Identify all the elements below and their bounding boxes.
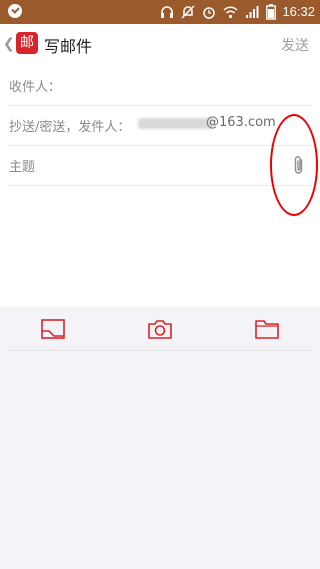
status-bar: 16:32 bbox=[0, 0, 320, 24]
annotation-circle bbox=[270, 114, 318, 216]
recipient-label: 收件人： bbox=[9, 80, 62, 95]
alarm-icon bbox=[203, 7, 215, 19]
compose-form: 收件人： 抄送/密送，发件人： @163.com 主题 bbox=[0, 66, 320, 307]
signal-icon bbox=[246, 6, 259, 18]
inbox-tray-icon[interactable] bbox=[40, 318, 66, 340]
folder-icon[interactable] bbox=[254, 318, 280, 340]
send-button[interactable]: 发送 bbox=[281, 35, 309, 55]
app-header: ❮ 邮 写邮件 发送 bbox=[0, 24, 320, 67]
mute-bell-icon bbox=[181, 5, 195, 19]
subject-row[interactable]: 主题 bbox=[8, 146, 312, 186]
subject-label: 主题 bbox=[9, 160, 36, 175]
toolbar-divider bbox=[8, 350, 312, 351]
cc-sender-label: 抄送/密送，发件人： bbox=[9, 120, 131, 135]
sender-email-domain: @163.com bbox=[206, 115, 276, 130]
page-title: 写邮件 bbox=[44, 37, 93, 56]
checkmark-icon bbox=[8, 4, 22, 18]
app-logo: 邮 bbox=[16, 32, 38, 54]
blurred-email-user bbox=[138, 118, 213, 129]
chevron-left-icon[interactable]: ❮ bbox=[3, 36, 15, 52]
camera-icon[interactable] bbox=[147, 318, 173, 340]
attachment-toolbar bbox=[0, 307, 320, 351]
headphones-icon bbox=[161, 6, 173, 18]
status-time: 16:32 bbox=[282, 4, 315, 19]
cc-sender-row[interactable]: 抄送/密送，发件人： @163.com bbox=[8, 106, 312, 146]
battery-icon bbox=[266, 4, 276, 20]
recipient-row[interactable]: 收件人： bbox=[8, 66, 312, 106]
status-icons bbox=[160, 3, 276, 21]
wifi-icon bbox=[223, 6, 238, 19]
